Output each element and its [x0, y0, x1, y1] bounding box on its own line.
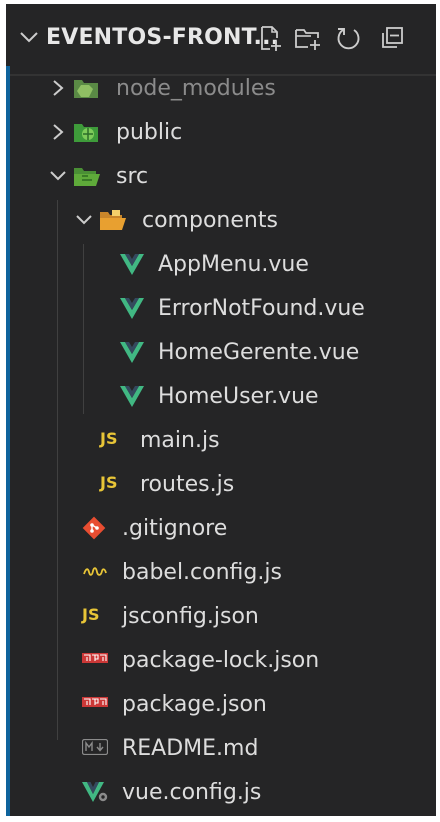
explorer-panel: EVENTOS-FRONT... node_modules public src…: [6, 4, 436, 816]
vue-file-icon: [120, 386, 144, 407]
tree-item-node-modules[interactable]: node_modules: [10, 66, 436, 110]
collapse-all-icon[interactable]: [374, 20, 410, 56]
tree-item-label: .gitignore: [122, 515, 228, 541]
chevron-down-icon[interactable]: [16, 24, 42, 50]
tree-item-label: README.md: [122, 735, 259, 761]
tree-item-errornotfound-vue[interactable]: ErrorNotFound.vue: [10, 286, 436, 330]
tree-item-label: HomeUser.vue: [158, 383, 319, 409]
tree-item-package[interactable]: package.json: [10, 682, 436, 726]
refresh-icon[interactable]: [330, 20, 366, 56]
tree-item-label: routes.js: [140, 471, 235, 497]
tree-item-label: package.json: [122, 691, 267, 717]
new-file-icon[interactable]: [252, 20, 288, 56]
babel-icon: [82, 564, 108, 580]
tree-item-label: node_modules: [116, 75, 276, 101]
tree-item-routes-js[interactable]: JS routes.js: [10, 462, 436, 506]
tree-item-homeuser-vue[interactable]: HomeUser.vue: [10, 374, 436, 418]
chevron-down-icon: [74, 210, 94, 230]
tree-item-label: babel.config.js: [122, 559, 282, 585]
tree-item-appmenu-vue[interactable]: AppMenu.vue: [10, 242, 436, 286]
tree-item-label: HomeGerente.vue: [158, 339, 360, 365]
tree-item-babel-config[interactable]: babel.config.js: [10, 550, 436, 594]
vue-config-icon: [82, 780, 108, 804]
tree-item-package-lock[interactable]: package-lock.json: [10, 638, 436, 682]
vue-file-icon: [120, 298, 144, 319]
javascript-file-icon: JS: [100, 429, 118, 448]
jsconfig-file-icon: JS: [82, 605, 100, 624]
tree-item-label: jsconfig.json: [122, 603, 259, 629]
folder-public-icon: [72, 120, 100, 144]
explorer-title[interactable]: EVENTOS-FRONT...: [46, 25, 279, 50]
tree-item-label: ErrorNotFound.vue: [158, 295, 365, 321]
folder-src-open-icon: [72, 164, 102, 188]
javascript-file-icon: JS: [100, 473, 118, 492]
tree-item-label: AppMenu.vue: [158, 251, 309, 277]
tree-item-label: components: [142, 207, 278, 233]
vue-file-icon: [120, 254, 144, 275]
tree-item-label: main.js: [140, 427, 220, 453]
chevron-right-icon: [50, 78, 66, 98]
tree-item-homegerente-vue[interactable]: HomeGerente.vue: [10, 330, 436, 374]
folder-components-open-icon: [98, 208, 128, 232]
tree-item-src[interactable]: src: [10, 154, 436, 198]
tree-item-jsconfig[interactable]: JS jsconfig.json: [10, 594, 436, 638]
new-folder-icon[interactable]: [290, 20, 326, 56]
tree-item-label: package-lock.json: [122, 647, 320, 673]
chevron-right-icon: [50, 122, 66, 142]
vue-file-icon: [120, 342, 144, 363]
git-icon: [82, 516, 106, 540]
chevron-down-icon: [48, 166, 68, 186]
tree-item-readme[interactable]: README.md: [10, 726, 436, 770]
tree-item-label: vue.config.js: [122, 779, 262, 805]
tree-item-public[interactable]: public: [10, 110, 436, 154]
tree-item-label: public: [116, 119, 183, 145]
tree-item-label: src: [116, 163, 149, 189]
tree-item-main-js[interactable]: JS main.js: [10, 418, 436, 462]
tree-item-gitignore[interactable]: .gitignore: [10, 506, 436, 550]
tree-item-vue-config[interactable]: vue.config.js: [10, 770, 436, 814]
tree-item-components[interactable]: components: [10, 198, 436, 242]
npm-icon: [82, 697, 108, 709]
folder-node-icon: [72, 76, 100, 100]
npm-icon: [82, 653, 108, 665]
markdown-icon: [82, 739, 108, 755]
